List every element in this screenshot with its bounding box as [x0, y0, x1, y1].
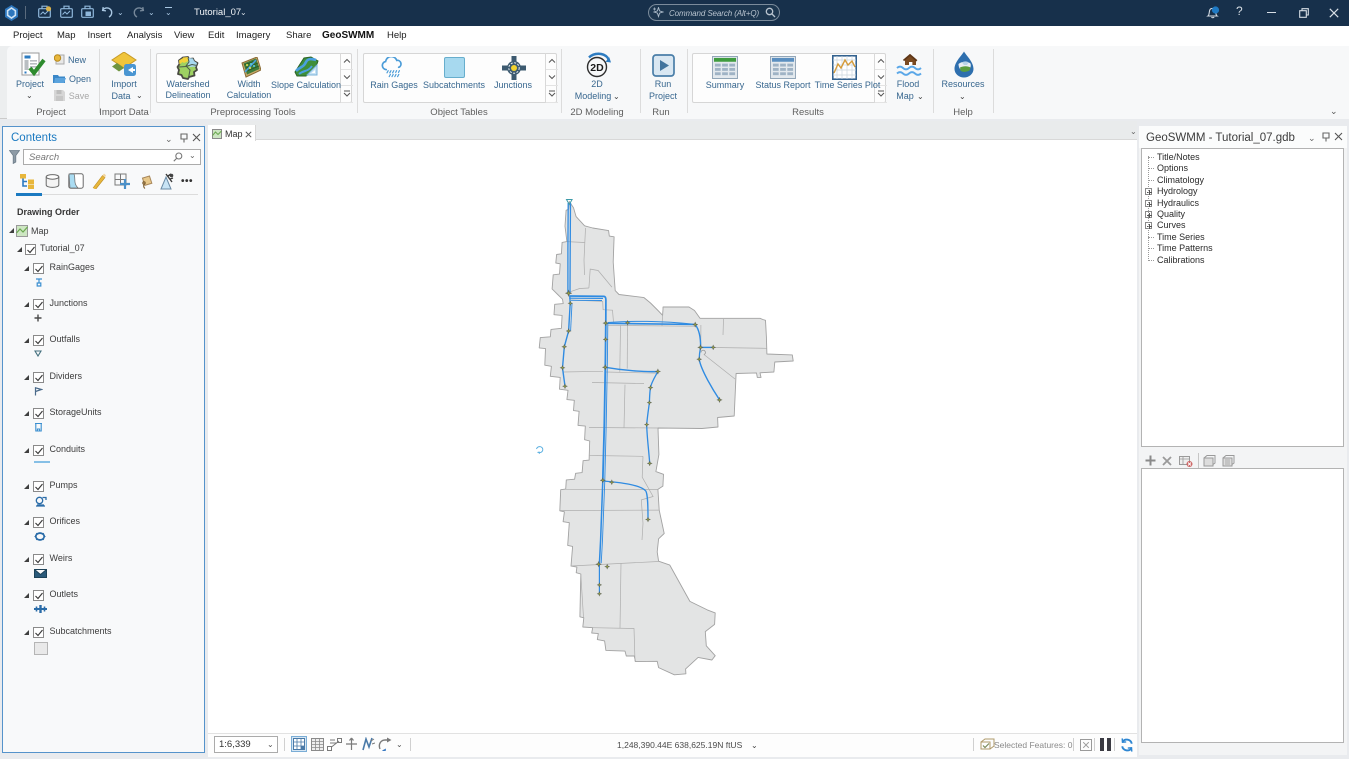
- svg-text:2D: 2D: [590, 62, 604, 74]
